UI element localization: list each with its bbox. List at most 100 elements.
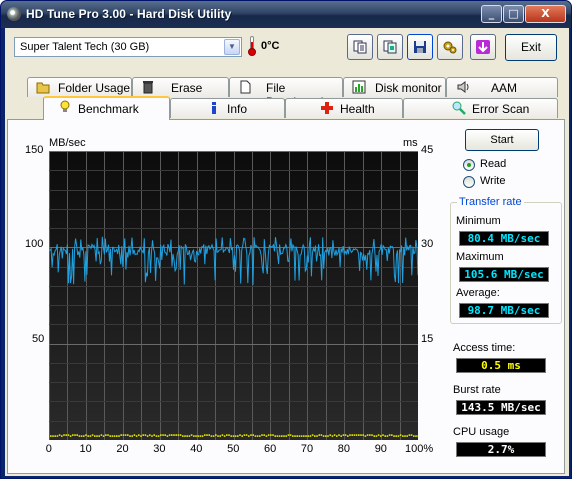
tab-info[interactable]: Info bbox=[170, 98, 285, 118]
access-time-point bbox=[347, 435, 349, 437]
access-time-point bbox=[188, 435, 191, 437]
access-time-point bbox=[408, 434, 411, 436]
access-time-point bbox=[399, 434, 402, 436]
temperature-value: 0°C bbox=[261, 40, 280, 52]
access-time-point bbox=[160, 434, 162, 436]
access-time-point bbox=[190, 434, 193, 436]
access-time-point bbox=[175, 434, 177, 436]
access-time-point bbox=[179, 434, 182, 436]
transfer-rate-group: Transfer rate Minimum 80.4 MB/sec Maximu… bbox=[450, 196, 562, 324]
access-time-point bbox=[369, 434, 371, 436]
x-tick-label: 80 bbox=[337, 443, 351, 455]
settings-button[interactable] bbox=[437, 34, 463, 60]
tab-folder-usage[interactable]: Folder Usage bbox=[27, 77, 132, 97]
access-time-point bbox=[406, 435, 408, 437]
access-time-point bbox=[340, 435, 342, 437]
access-time-point bbox=[318, 434, 320, 436]
health-cross-icon bbox=[321, 102, 333, 114]
access-time-point bbox=[391, 434, 393, 436]
read-radio[interactable]: Read bbox=[463, 158, 533, 172]
save-button[interactable] bbox=[407, 34, 433, 60]
copy-text-button[interactable] bbox=[347, 34, 373, 60]
access-time-point bbox=[65, 434, 67, 436]
access-time-point bbox=[166, 435, 169, 437]
access-time-point bbox=[371, 434, 373, 436]
access-time-point bbox=[287, 434, 290, 436]
tab-erase[interactable]: Erase bbox=[132, 77, 229, 97]
tab-aam[interactable]: AAM bbox=[446, 77, 558, 97]
trash-icon bbox=[143, 81, 153, 94]
exit-button[interactable]: Exit bbox=[505, 34, 557, 61]
access-time-point bbox=[98, 435, 100, 437]
access-time-point bbox=[131, 435, 133, 437]
access-time-point bbox=[245, 434, 248, 436]
close-button[interactable]: X bbox=[525, 5, 566, 23]
access-time-point bbox=[226, 434, 228, 436]
tab-file-benchmark[interactable]: File Benchmark bbox=[229, 77, 343, 109]
magnifier-icon bbox=[452, 101, 466, 115]
access-time-point bbox=[135, 435, 138, 437]
access-time-point bbox=[278, 435, 281, 437]
access-time-point bbox=[63, 434, 65, 436]
access-time-point bbox=[94, 435, 96, 437]
access-time-point bbox=[395, 435, 397, 437]
start-button[interactable]: Start bbox=[465, 129, 539, 151]
access-time-point bbox=[85, 434, 87, 436]
access-time-point bbox=[109, 435, 111, 437]
radio-dot-selected[interactable] bbox=[463, 159, 475, 171]
access-time-point bbox=[272, 434, 274, 436]
drive-select[interactable]: Super Talent Tech (30 GB) ▼ bbox=[14, 37, 242, 57]
options-button[interactable] bbox=[470, 34, 496, 60]
access-time-point bbox=[87, 435, 89, 437]
access-time-point bbox=[142, 434, 144, 436]
access-time-point bbox=[61, 435, 63, 437]
access-time-point bbox=[107, 434, 109, 436]
write-radio[interactable]: Write bbox=[463, 175, 533, 189]
tab-label: Disk monitor bbox=[375, 81, 442, 95]
access-time-point bbox=[355, 434, 358, 436]
x-tick-label: 50 bbox=[227, 443, 240, 455]
access-time-point bbox=[91, 434, 94, 436]
access-time-point bbox=[333, 434, 336, 436]
access-time-point bbox=[52, 435, 54, 437]
access-time-point bbox=[375, 435, 378, 437]
tab-health[interactable]: Health bbox=[285, 98, 403, 118]
access-time-point bbox=[338, 434, 340, 436]
access-time-point bbox=[217, 435, 219, 437]
access-time-point bbox=[140, 435, 142, 437]
access-time-point bbox=[116, 435, 118, 437]
access-time-point bbox=[54, 435, 56, 437]
x-tick-label: 40 bbox=[190, 443, 203, 455]
down-arrow-icon bbox=[476, 40, 490, 54]
access-time-point bbox=[237, 435, 239, 437]
access-time-point bbox=[138, 434, 140, 436]
folder-icon bbox=[36, 82, 50, 94]
radio-dot[interactable] bbox=[463, 176, 475, 188]
tab-benchmark[interactable]: Benchmark bbox=[43, 96, 170, 120]
access-time-point bbox=[193, 435, 195, 437]
drive-select-value: Super Talent Tech (30 GB) bbox=[20, 41, 150, 53]
access-time-point bbox=[215, 434, 217, 436]
access-time-point bbox=[133, 434, 136, 436]
access-time-point bbox=[360, 434, 362, 436]
maximize-button[interactable]: □ bbox=[503, 5, 524, 23]
tab-error-scan[interactable]: Error Scan bbox=[403, 98, 558, 118]
minimum-label: Minimum bbox=[456, 215, 501, 227]
access-time-point bbox=[300, 435, 303, 437]
access-time-point bbox=[413, 435, 415, 437]
access-time-point bbox=[344, 434, 347, 436]
x-tick-label: 100% bbox=[405, 443, 434, 455]
access-time-point bbox=[382, 434, 384, 436]
y-left-tick: 50 bbox=[32, 333, 45, 345]
access-time-point bbox=[122, 434, 125, 436]
tab-disk-monitor[interactable]: Disk monitor bbox=[343, 77, 446, 97]
title-bar[interactable]: HD Tune Pro 3.00 - Hard Disk Utility _ □… bbox=[1, 1, 571, 28]
access-time-point bbox=[182, 435, 184, 437]
maximum-value: 105.6 MB/sec bbox=[459, 267, 549, 282]
chevron-down-icon[interactable]: ▼ bbox=[224, 39, 240, 55]
minimize-button[interactable]: _ bbox=[481, 5, 502, 23]
access-time-point bbox=[80, 435, 83, 437]
access-time-point bbox=[197, 435, 199, 437]
copy-screenshot-button[interactable] bbox=[377, 34, 403, 60]
benchmark-chart: MB/sec ms 150 100 50 45 30 15 0 10 20 30 40 5… bbox=[8, 120, 448, 475]
